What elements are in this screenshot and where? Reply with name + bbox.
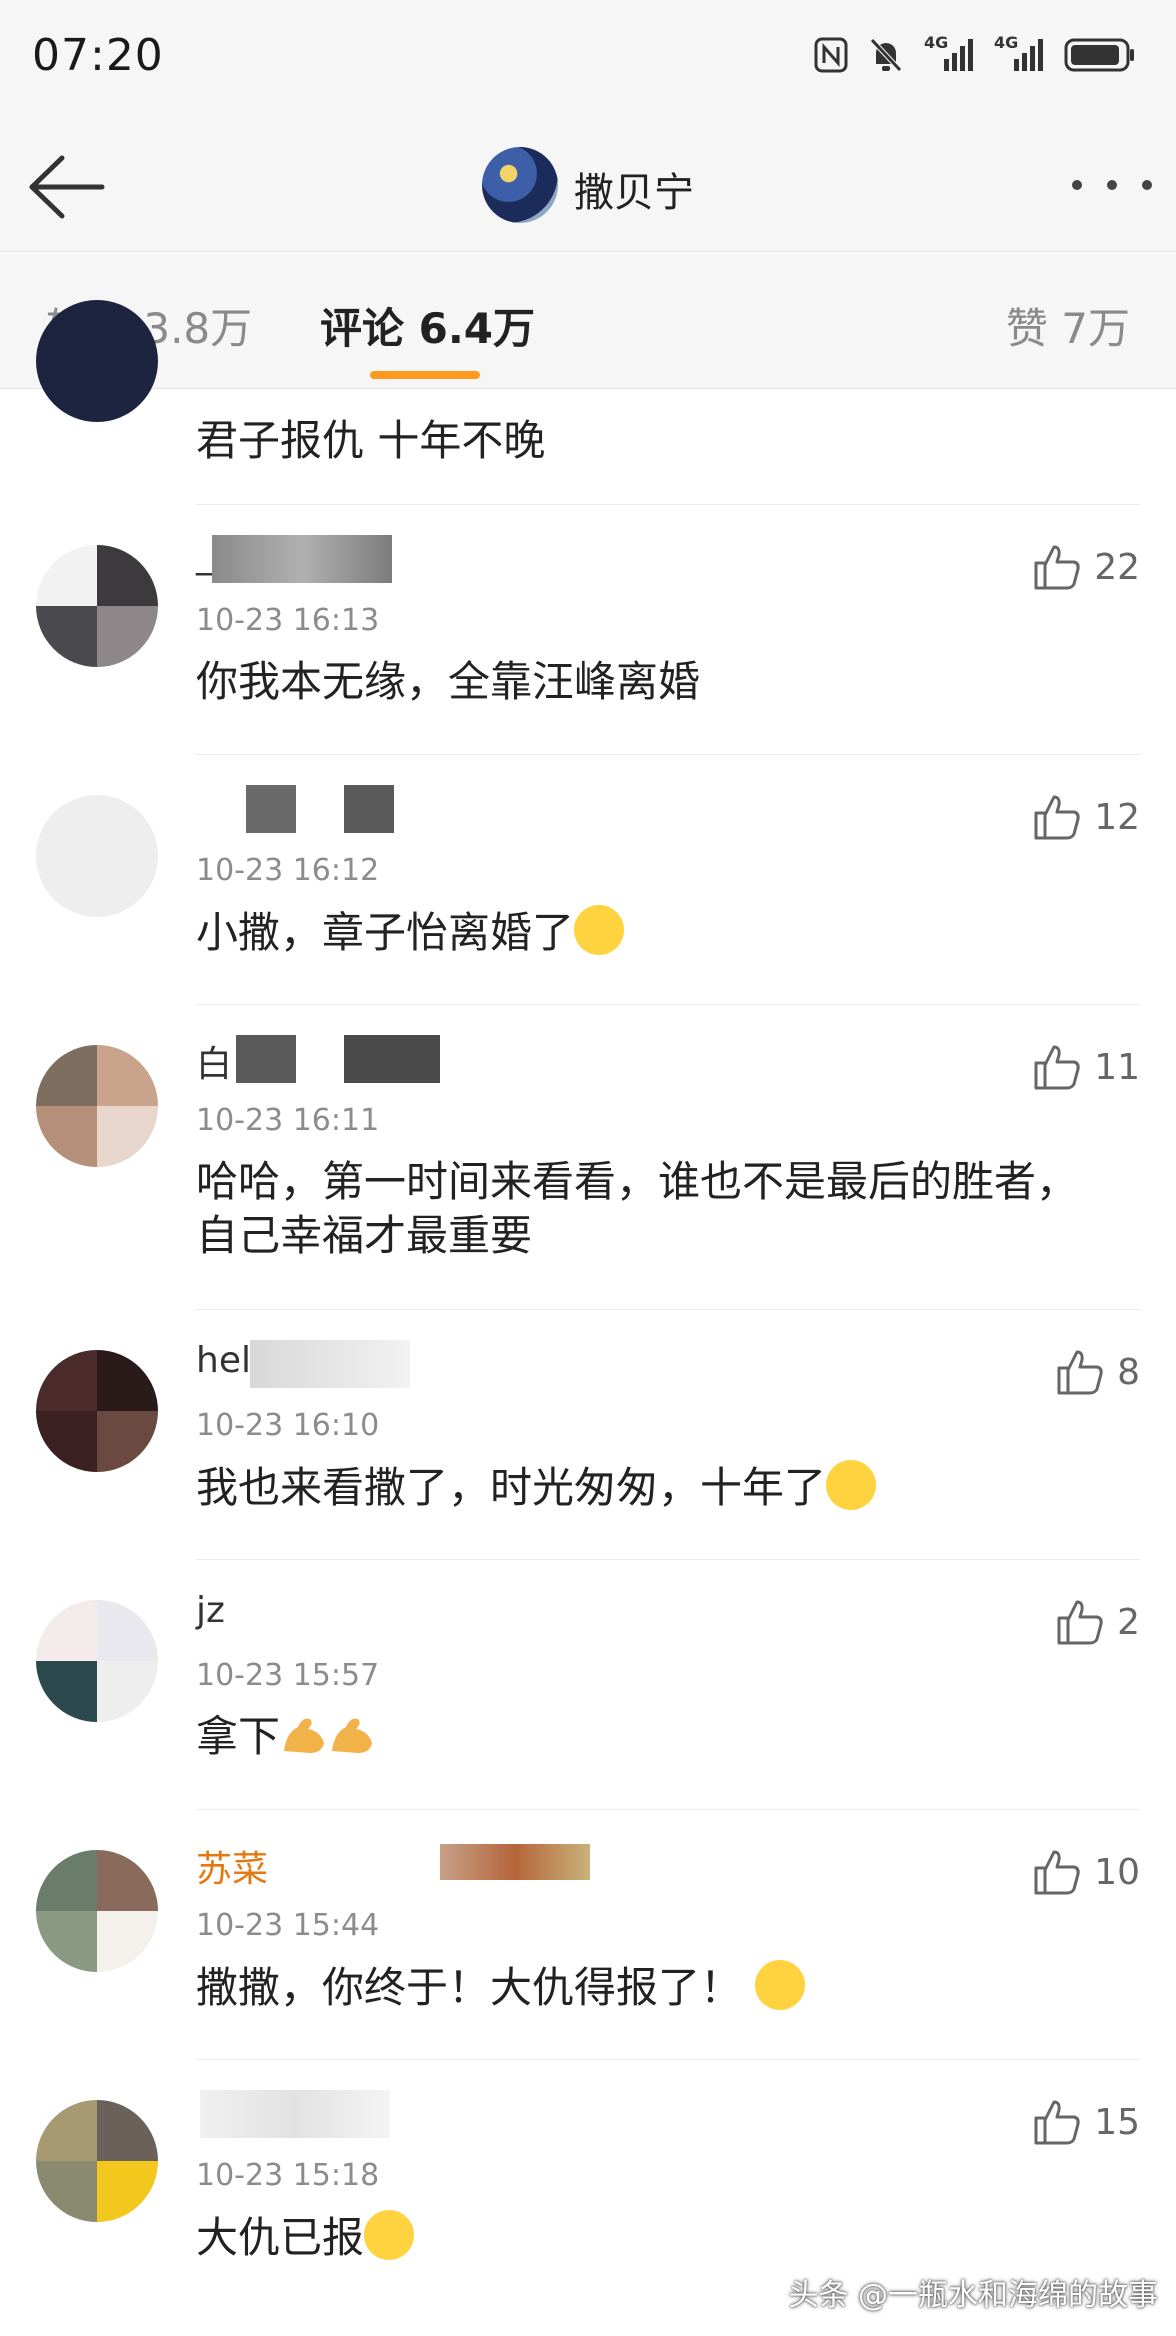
like-count: 12 — [1094, 796, 1140, 838]
blurred-username — [200, 2090, 390, 2138]
signal-icon: 4G — [924, 33, 974, 73]
thumbs-up-icon — [1034, 545, 1080, 590]
nfc-icon — [814, 37, 848, 73]
comment-item: jz 10-23 15:57 拿下 2 — [0, 1560, 1176, 1810]
like-button[interactable]: 11 — [1032, 1043, 1140, 1091]
comment-date: 10-23 16:11 — [196, 1103, 380, 1138]
grin-emoji — [364, 2210, 415, 2260]
blurred-username — [440, 1844, 590, 1880]
active-tab-indicator — [370, 371, 480, 379]
comment-text: 哈哈，第一时间来看看，谁也不是最后的胜者，自己幸福才最重要 — [196, 1157, 1079, 1260]
like-count: 22 — [1094, 546, 1140, 588]
thumbs-up-icon — [1057, 1350, 1103, 1395]
crying-emoji — [755, 1960, 806, 2010]
blurred-username — [250, 1340, 410, 1388]
thumbs-up-icon — [1034, 2100, 1080, 2145]
avatar[interactable] — [36, 1850, 158, 1972]
laughing-emoji — [826, 1460, 877, 1510]
like-button[interactable]: 10 — [1032, 1848, 1140, 1896]
comment-date: 10-23 15:57 — [196, 1658, 380, 1693]
battery-icon — [1064, 38, 1134, 72]
like-count: 15 — [1094, 2101, 1140, 2143]
comment-text: 拿下 — [196, 1710, 1116, 1764]
status-bar: 07:20 4G 4G — [0, 0, 1176, 120]
comment-date: 10-23 15:44 — [196, 1908, 380, 1943]
back-button[interactable] — [26, 152, 106, 222]
tab-comments[interactable]: 评论 6.4万 — [320, 295, 535, 356]
comment-item: 苏菜 10-23 15:44 撒撒，你终于！大仇得报了！ 10 — [0, 1810, 1176, 2060]
thumbs-up-icon — [1057, 1600, 1103, 1645]
blurred-username — [344, 1035, 440, 1083]
tab-bar: 转发 3.8万 评论 6.4万 赞 7万 — [0, 253, 1176, 389]
page-title[interactable]: 撒贝宁 — [574, 160, 694, 218]
blurred-username — [236, 1035, 296, 1083]
like-button[interactable]: 12 — [1032, 793, 1140, 841]
avatar[interactable] — [36, 2100, 158, 2222]
thumbs-up-icon — [1034, 1850, 1080, 1895]
comment-item: 君子报仇 十年不晚 — [0, 300, 1176, 505]
comment-text: 撒撒，你终于！大仇得报了！ — [196, 1960, 1116, 2015]
like-button[interactable]: 2 — [1055, 1598, 1140, 1646]
comment-text: 君子报仇 十年不晚 — [196, 416, 546, 465]
more-icon — [1072, 180, 1082, 190]
comment-item: _ 10-23 16:13 你我本无缘，全靠汪峰离婚 22 — [0, 505, 1176, 755]
mute-bell-icon — [870, 38, 902, 72]
thumbs-up-icon — [1034, 795, 1080, 840]
status-time: 07:20 — [32, 30, 164, 81]
more-button[interactable] — [1072, 170, 1152, 200]
comment-date: 10-23 16:10 — [196, 1408, 380, 1443]
comment-item: hel 10-23 16:10 我也来看撒了，时光匆匆，十年了 8 — [0, 1310, 1176, 1560]
like-button[interactable]: 8 — [1055, 1348, 1140, 1396]
avatar[interactable] — [36, 1045, 158, 1167]
blurred-username — [246, 785, 296, 833]
comment-text: 你我本无缘，全靠汪峰离婚 — [196, 657, 701, 706]
tab-likes[interactable]: 赞 7万 — [1006, 295, 1130, 356]
avatar[interactable] — [36, 300, 158, 422]
avatar[interactable] — [36, 795, 158, 917]
comment-date: 10-23 16:12 — [196, 853, 380, 888]
avatar[interactable] — [36, 545, 158, 667]
avatar[interactable] — [36, 1600, 158, 1722]
comment-text: 大仇已报 — [196, 2210, 1116, 2265]
back-arrow-icon — [29, 155, 105, 219]
like-button[interactable]: 15 — [1032, 2098, 1140, 2146]
laugh-cry-emoji — [574, 905, 625, 955]
muscle-emoji — [332, 1718, 373, 1753]
muscle-emoji — [284, 1718, 325, 1753]
comment-author[interactable]: hel — [196, 1340, 251, 1381]
blurred-username — [344, 785, 394, 833]
comment-date: 10-23 16:13 — [196, 603, 380, 638]
avatar[interactable] — [36, 1350, 158, 1472]
comment-item: 白 10-23 16:11 哈哈，第一时间来看看，谁也不是最后的胜者，自己幸福才… — [0, 1005, 1176, 1310]
thumbs-up-icon — [1034, 1045, 1080, 1090]
like-button[interactable]: 22 — [1032, 543, 1140, 591]
comment-date: 10-23 15:18 — [196, 2158, 380, 2193]
comment-item: ​ 10-23 16:12 小撒，章子怡离婚了 12 — [0, 755, 1176, 1005]
author-avatar[interactable] — [482, 147, 558, 223]
comment-text: 小撒，章子怡离婚了 — [196, 905, 1116, 960]
like-count: 11 — [1094, 1046, 1140, 1088]
comment-author[interactable]: jz — [196, 1590, 225, 1631]
watermark: 头条 @一瓶水和海绵的故事 — [788, 2278, 1158, 2313]
blurred-username — [212, 535, 392, 583]
comment-author[interactable]: 苏菜 — [196, 1840, 268, 1892]
top-nav-bar: 撒贝宁 — [0, 120, 1176, 252]
like-count: 10 — [1094, 1851, 1140, 1893]
comment-text: 我也来看撒了，时光匆匆，十年了 — [196, 1460, 1116, 1515]
like-count: 2 — [1117, 1601, 1140, 1643]
status-icons: 4G 4G — [814, 33, 1136, 74]
like-count: 8 — [1117, 1351, 1140, 1393]
comment-author[interactable]: 白 — [196, 1035, 232, 1087]
signal-icon-2: 4G — [994, 33, 1044, 73]
